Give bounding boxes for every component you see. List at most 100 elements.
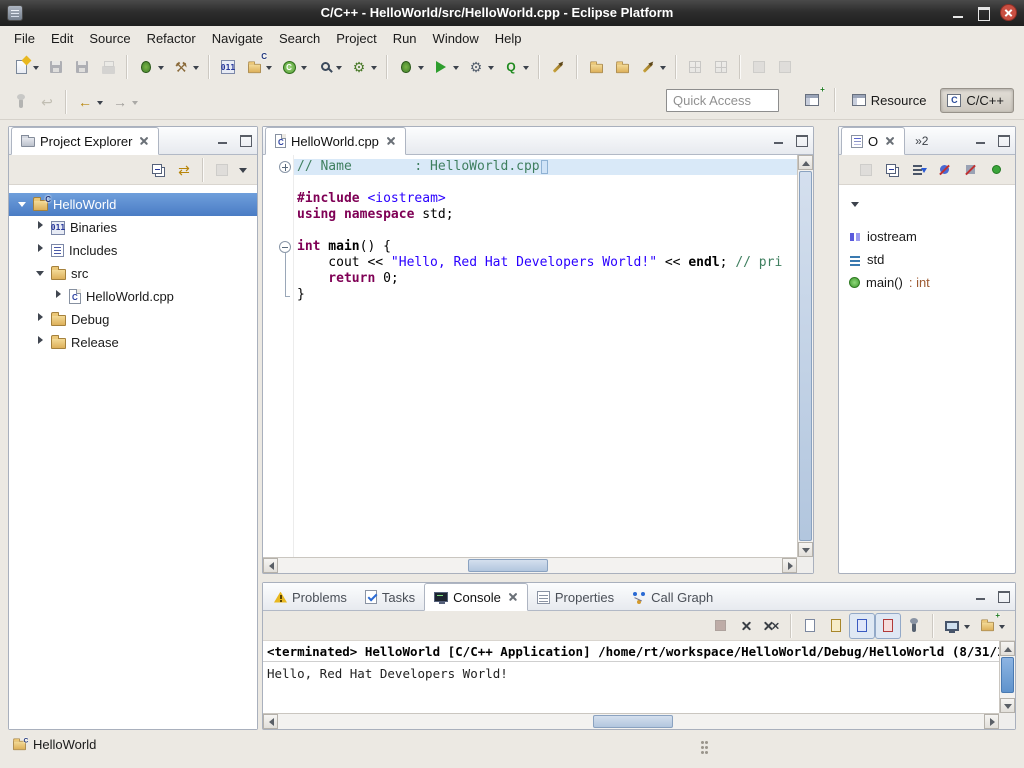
menu-help[interactable]: Help (487, 28, 530, 49)
tab-problems[interactable]: Problems (265, 584, 356, 610)
scroll-up-button[interactable] (798, 155, 813, 170)
fold-expand-icon[interactable] (279, 161, 291, 173)
scrollbar-thumb[interactable] (468, 559, 548, 572)
scrollbar-thumb[interactable] (1001, 657, 1014, 693)
statusbar-grip[interactable] (701, 741, 704, 744)
last-edit-location-button[interactable]: ↩ (34, 89, 60, 115)
open-perspective-button[interactable]: + (799, 87, 825, 113)
back-button[interactable]: ← (72, 89, 107, 115)
remove-launch-button[interactable] (733, 613, 759, 639)
editor-tab[interactable]: C HelloWorld.cpp (265, 127, 406, 155)
collapse-all-button[interactable] (145, 157, 171, 183)
code-line-6[interactable]: int main() { (297, 239, 797, 255)
display-console-button[interactable] (939, 613, 974, 639)
outline-view-menu-icon[interactable] (851, 202, 859, 211)
tab-properties[interactable]: Properties (528, 584, 623, 610)
expander-icon[interactable] (35, 335, 46, 351)
hidden-tabs-badge[interactable]: »2 (915, 134, 928, 148)
show-stdout-button[interactable] (849, 613, 875, 639)
code-line-7[interactable]: cout << "Hello, Red Hat Developers World… (297, 255, 797, 271)
scroll-right-button[interactable] (984, 714, 999, 729)
tree-item-src[interactable]: src (9, 262, 257, 285)
hide-non-public-button[interactable] (983, 157, 1009, 183)
close-view-icon[interactable] (140, 137, 149, 146)
expander-icon[interactable] (35, 243, 46, 259)
tree-item-debug[interactable]: Debug (9, 308, 257, 331)
editor-vertical-scrollbar[interactable] (797, 155, 813, 557)
tab-call-graph[interactable]: Call Graph (623, 584, 722, 610)
minimize-view-button[interactable] (215, 132, 231, 148)
profile-button[interactable]: ⚙ (463, 54, 498, 80)
code-line-5[interactable] (297, 223, 797, 239)
menu-file[interactable]: File (6, 28, 43, 49)
save-all-button[interactable] (69, 54, 95, 80)
scrollbar-thumb[interactable] (593, 715, 673, 728)
expander-icon[interactable] (53, 289, 64, 305)
maximize-view-button[interactable] (237, 132, 253, 148)
tree-item-helloworld[interactable]: C HelloWorld (9, 193, 257, 216)
maximize-view-button[interactable] (793, 132, 809, 148)
view-menu-button[interactable] (235, 157, 251, 183)
perspective-resource-button[interactable]: Resource (845, 88, 937, 113)
tree-item-binaries[interactable]: 011 Binaries (9, 216, 257, 239)
tree-item-includes[interactable]: Includes (9, 239, 257, 262)
collapse-all-button[interactable] (879, 157, 905, 183)
minimize-view-button[interactable] (973, 588, 989, 604)
close-view-icon[interactable] (886, 137, 895, 146)
close-tab-icon[interactable] (387, 137, 396, 146)
new-c-class-button[interactable]: C (276, 54, 311, 80)
misc-tool-alt-button[interactable] (772, 54, 798, 80)
code-line-8[interactable]: return 0; (297, 271, 797, 287)
outline-item-std[interactable]: std (845, 248, 1013, 271)
scroll-left-button[interactable] (263, 714, 278, 729)
expander-icon[interactable] (35, 312, 46, 328)
scroll-right-button[interactable] (782, 558, 797, 573)
external-tools-button[interactable] (635, 54, 670, 80)
pin-console-button[interactable] (901, 613, 927, 639)
tab-project-explorer[interactable]: Project Explorer (11, 127, 159, 155)
outline-item-main[interactable]: main() : int (845, 271, 1013, 294)
clear-console-button[interactable] (797, 613, 823, 639)
remove-all-launches-button[interactable] (759, 613, 785, 639)
terminate-button[interactable] (707, 613, 733, 639)
scroll-lock-button[interactable] (823, 613, 849, 639)
expander-icon[interactable] (17, 199, 28, 210)
scroll-down-button[interactable] (798, 542, 813, 557)
open-resource-button[interactable] (609, 54, 635, 80)
coverage-button[interactable]: Q (498, 54, 533, 80)
focus-button[interactable] (209, 157, 235, 183)
mark-occurrences-button[interactable] (545, 54, 571, 80)
code-editor[interactable]: // Name : HelloWorld.cpp #include <iostr… (263, 155, 797, 557)
open-console-button[interactable]: + (974, 613, 1009, 639)
tree-item-release[interactable]: Release (9, 331, 257, 354)
maximize-view-button[interactable] (995, 132, 1011, 148)
misc-tool-button[interactable] (746, 54, 772, 80)
minimize-window-button[interactable] (950, 4, 967, 21)
expander-icon[interactable] (35, 268, 46, 279)
save-button[interactable] (43, 54, 69, 80)
menu-window[interactable]: Window (425, 28, 487, 49)
code-line-9[interactable]: } (297, 287, 797, 303)
menu-edit[interactable]: Edit (43, 28, 81, 49)
sort-button[interactable] (905, 157, 931, 183)
tab-tasks[interactable]: Tasks (356, 584, 424, 610)
print-button[interactable] (95, 54, 121, 80)
new-c-project-button[interactable]: C (241, 54, 276, 80)
toggle-grid-alt-button[interactable] (708, 54, 734, 80)
forward-button[interactable]: → (107, 89, 142, 115)
console-horizontal-scrollbar[interactable] (263, 713, 999, 729)
menu-source[interactable]: Source (81, 28, 138, 49)
hide-static-button[interactable] (957, 157, 983, 183)
tab-outline[interactable]: O (841, 127, 905, 155)
minimize-view-button[interactable] (771, 132, 787, 148)
code-line-3[interactable]: #include <iostream> (297, 191, 797, 207)
code-line-4[interactable]: using namespace std; (297, 207, 797, 223)
show-stderr-button[interactable] (875, 613, 901, 639)
binary-button[interactable]: 011 (215, 54, 241, 80)
menu-navigate[interactable]: Navigate (204, 28, 271, 49)
open-element-button[interactable] (583, 54, 609, 80)
maximize-view-button[interactable] (995, 588, 1011, 604)
tree-item-helloworld-cpp[interactable]: C HelloWorld.cpp (9, 285, 257, 308)
close-view-icon[interactable] (509, 593, 518, 602)
tab-console[interactable]: Console (424, 583, 528, 611)
